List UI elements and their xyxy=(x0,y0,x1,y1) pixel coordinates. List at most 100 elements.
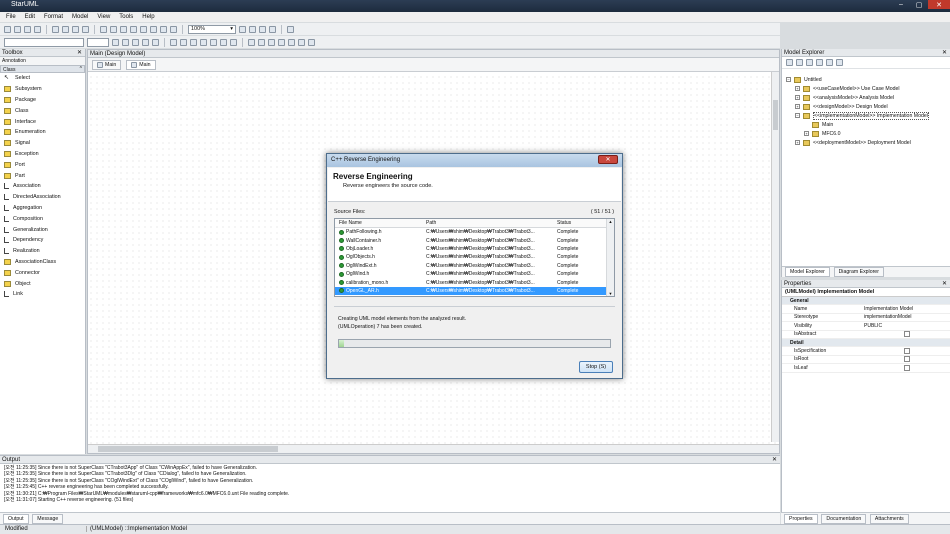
tool-associationclass[interactable]: AssociationClass xyxy=(0,257,85,268)
tab-output[interactable]: Output xyxy=(3,514,29,524)
align-right-icon[interactable] xyxy=(210,38,217,46)
maximize-button[interactable]: ▢ xyxy=(909,0,929,9)
tool-directedassociation[interactable]: DirectedAssociation xyxy=(0,192,85,203)
tool-generalization[interactable]: Generalization xyxy=(0,224,85,235)
tab-message[interactable]: Message xyxy=(32,514,64,524)
copy-icon[interactable] xyxy=(62,25,69,33)
property-isleaf[interactable]: IsLeaf xyxy=(782,364,950,373)
pin-close-icon[interactable]: ᅟ ✕ xyxy=(70,49,82,57)
italic-icon[interactable] xyxy=(152,38,159,46)
menu-file[interactable]: File xyxy=(6,14,16,20)
sort-icon[interactable] xyxy=(786,59,793,66)
autoresize-icon[interactable] xyxy=(308,38,315,46)
grid-icon[interactable] xyxy=(269,25,276,33)
sort-type-icon[interactable] xyxy=(796,59,803,66)
tool-subsystem[interactable]: Subsystem xyxy=(0,84,85,95)
tab-diagram-explorer[interactable]: Diagram Explorer xyxy=(833,267,884,277)
file-row[interactable]: OglWindExt.h C:₩Users₩shim₩Desktop₩Trabot… xyxy=(335,262,614,270)
column-status[interactable]: Status xyxy=(557,219,607,227)
tool-part[interactable]: Part xyxy=(0,170,85,181)
up-icon[interactable] xyxy=(826,59,833,66)
tree-node[interactable]: + <<deploymentModel>> Deployment Model xyxy=(782,138,950,147)
tree-node[interactable]: + MFC6.0 xyxy=(782,129,950,138)
expand-toggle-icon[interactable]: − xyxy=(786,77,791,82)
column-path[interactable]: Path xyxy=(426,219,557,227)
source-files-table[interactable]: File Name Path Status PathFollowing.h C:₩… xyxy=(334,218,615,297)
paste-icon[interactable] xyxy=(72,25,79,33)
file-row[interactable]: OpenGL_AR.h C:₩Users₩shim₩Desktop₩Trabot3… xyxy=(335,286,614,296)
menu-model[interactable]: Model xyxy=(72,14,88,20)
property-name[interactable]: Name Implementation Model xyxy=(782,305,950,314)
dialog-close-button[interactable]: ✕ xyxy=(598,155,618,164)
menu-format[interactable]: Format xyxy=(44,14,63,20)
diagram-icon[interactable] xyxy=(160,25,167,33)
bring-front-icon[interactable] xyxy=(248,38,255,46)
tool-package[interactable]: Package xyxy=(0,95,85,106)
bold-icon[interactable] xyxy=(142,38,149,46)
show-ops-icon[interactable] xyxy=(278,38,285,46)
close-icon[interactable]: ✕ xyxy=(772,456,777,464)
line-style-icon[interactable] xyxy=(170,38,177,46)
down-icon[interactable] xyxy=(836,59,843,66)
save-icon[interactable] xyxy=(24,25,31,33)
fill-color-icon[interactable] xyxy=(122,38,129,46)
menu-edit[interactable]: Edit xyxy=(25,14,35,20)
tool-aggregation[interactable]: Aggregation xyxy=(0,203,85,214)
zoom-in-icon[interactable] xyxy=(239,25,246,33)
file-row[interactable]: ObjLoader.h C:₩Users₩shim₩Desktop₩Trabot3… xyxy=(335,245,614,253)
zoom-select[interactable]: 100% ▾ xyxy=(188,24,236,34)
align-left-icon[interactable] xyxy=(200,38,207,46)
table-scrollbar[interactable]: ▲ ▼ xyxy=(606,219,614,296)
scroll-up-icon[interactable]: ▲ xyxy=(607,219,614,224)
redo-icon[interactable] xyxy=(110,25,117,33)
tool-realization[interactable]: Realization xyxy=(0,246,85,257)
open-icon[interactable] xyxy=(14,25,21,33)
filter-icon[interactable] xyxy=(816,59,823,66)
tool-object[interactable]: Object xyxy=(0,278,85,289)
category-general[interactable]: General xyxy=(782,297,950,306)
horizontal-scrollbar[interactable] xyxy=(88,444,779,453)
tab-model-explorer[interactable]: Model Explorer xyxy=(785,267,830,277)
delete-icon[interactable] xyxy=(82,25,89,33)
select-all-icon[interactable] xyxy=(130,25,137,33)
property-isspecification[interactable]: IsSpecification xyxy=(782,347,950,356)
file-row[interactable]: WallContainer.h C:₩Users₩shim₩Desktop₩Tra… xyxy=(335,236,614,244)
expand-toggle-icon[interactable]: + xyxy=(795,140,800,145)
category-detail[interactable]: Detail xyxy=(782,338,950,348)
tree-node[interactable]: + <<designModel>> Design Model xyxy=(782,102,950,111)
tool-link[interactable]: Link xyxy=(0,289,85,300)
tree-node[interactable]: +Main xyxy=(782,120,950,129)
expand-toggle-icon[interactable]: + xyxy=(795,86,800,91)
close-icon[interactable]: ✕ xyxy=(942,280,947,288)
tool-dependency[interactable]: Dependency xyxy=(0,235,85,246)
menu-view[interactable]: View xyxy=(97,14,110,20)
fit-icon[interactable] xyxy=(259,25,266,33)
file-row[interactable]: calibration_mono.h C:₩Users₩shim₩Desktop₩… xyxy=(335,278,614,286)
property-isroot[interactable]: IsRoot xyxy=(782,356,950,365)
font-select[interactable] xyxy=(4,37,84,47)
font-size-select[interactable] xyxy=(87,37,109,47)
expand-toggle-icon[interactable]: + xyxy=(795,95,800,100)
property-isabstract[interactable]: IsAbstract xyxy=(782,331,950,339)
print-icon[interactable] xyxy=(34,25,41,33)
show-attrs-icon[interactable] xyxy=(288,38,295,46)
align-bottom-icon[interactable] xyxy=(230,38,237,46)
tree-node[interactable]: − Untitled xyxy=(782,75,950,84)
align-top-icon[interactable] xyxy=(220,38,227,46)
find-icon[interactable] xyxy=(120,25,127,33)
checkbox[interactable] xyxy=(904,364,910,371)
vertical-scrollbar[interactable] xyxy=(771,72,779,442)
model-icon[interactable] xyxy=(150,25,157,33)
expand-toggle-icon[interactable]: − xyxy=(795,113,800,118)
tool-composition[interactable]: Composition xyxy=(0,213,85,224)
checkbox[interactable] xyxy=(904,331,910,338)
tool-select[interactable]: ↖ Select xyxy=(0,73,85,84)
checkbox[interactable] xyxy=(904,356,910,363)
scroll-thumb[interactable] xyxy=(98,446,278,452)
suppress-icon[interactable] xyxy=(268,38,275,46)
check-icon[interactable] xyxy=(287,25,294,33)
file-row[interactable]: OglObjects.h C:₩Users₩shim₩Desktop₩Trabot… xyxy=(335,253,614,261)
add-icon[interactable] xyxy=(806,59,813,66)
tool-connector[interactable]: Connector xyxy=(0,267,85,278)
tab-main-2[interactable]: Main xyxy=(126,60,156,70)
